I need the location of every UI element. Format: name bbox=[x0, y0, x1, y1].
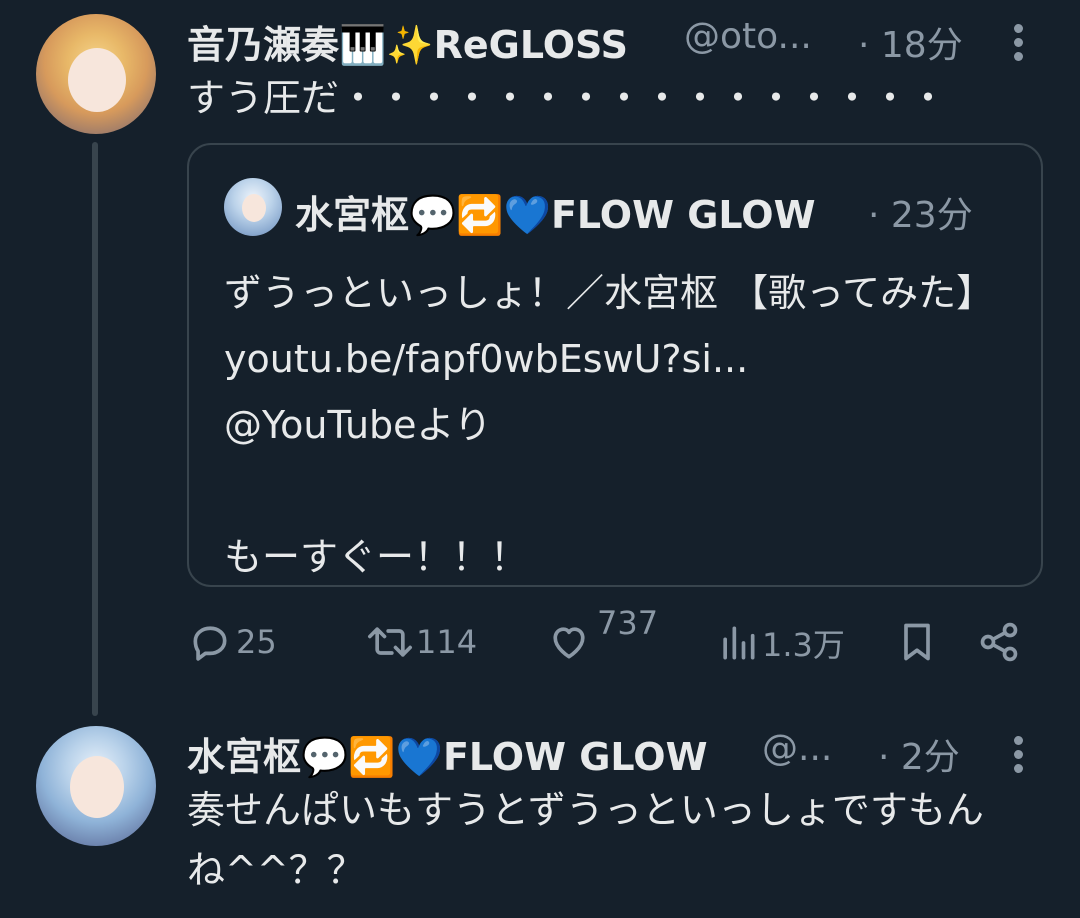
quoted-header: 水宮枢💬🔁💙FLOW GLOW bbox=[295, 184, 855, 239]
author-handle[interactable]: @oto... bbox=[684, 16, 812, 57]
views-chart-icon bbox=[723, 626, 755, 660]
quoted-author-name: 水宮枢💬🔁💙FLOW GLOW bbox=[295, 193, 816, 237]
share-icon bbox=[980, 622, 1018, 662]
post-time[interactable]: · 18分 bbox=[858, 16, 963, 68]
quoted-avatar bbox=[224, 178, 282, 236]
views-count: 1.3万 bbox=[762, 626, 845, 664]
more-options-icon[interactable] bbox=[1014, 24, 1024, 66]
post-text: 奏せんぱいもすうとずうっといっしょですもんね^^？？ bbox=[187, 788, 984, 892]
bookmark-button[interactable] bbox=[895, 620, 939, 664]
repost-button[interactable]: 114 bbox=[366, 620, 477, 664]
thread-connector-line bbox=[92, 142, 98, 716]
post-header: 水宮枢💬🔁💙FLOW GLOW bbox=[187, 726, 787, 781]
avatar[interactable] bbox=[36, 726, 156, 846]
repost-count: 114 bbox=[416, 623, 478, 661]
reply-icon bbox=[193, 626, 227, 661]
repost-icon bbox=[368, 627, 412, 657]
avatar[interactable] bbox=[36, 14, 156, 134]
like-count: 737 bbox=[597, 604, 659, 642]
author-name[interactable]: 音乃瀬奏🎹✨ReGLOSS bbox=[187, 23, 628, 67]
like-button[interactable]: 737 bbox=[547, 604, 658, 664]
quoted-post-text: ずうっといっしょ！／水宮枢 【歌ってみた】 youtu.be/fapf0wbEs… bbox=[224, 271, 995, 579]
reply-count: 25 bbox=[236, 623, 277, 661]
reply-button[interactable]: 25 bbox=[188, 620, 277, 664]
heart-icon bbox=[553, 627, 585, 659]
post-time[interactable]: · 2分 bbox=[878, 728, 960, 780]
author-handle[interactable]: @... bbox=[762, 728, 832, 769]
bookmark-icon bbox=[904, 623, 930, 661]
quoted-post-time: · 23分 bbox=[868, 195, 973, 236]
author-name[interactable]: 水宮枢💬🔁💙FLOW GLOW bbox=[187, 735, 707, 779]
views-button[interactable]: 1.3万 bbox=[716, 620, 845, 666]
post-text: すう圧だ・・・・・・・・・・・・・・・・ bbox=[187, 76, 948, 120]
more-options-icon[interactable] bbox=[1014, 736, 1024, 778]
share-button[interactable] bbox=[977, 620, 1021, 664]
